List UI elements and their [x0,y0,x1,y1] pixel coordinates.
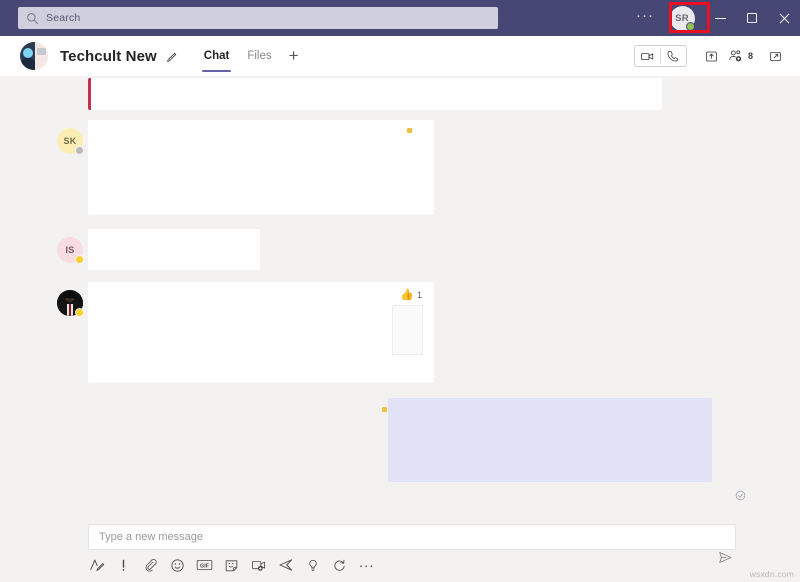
chat-tabs: Chat Files + [195,36,307,76]
avatar-initials: SK [63,136,77,146]
message-bubble[interactable] [88,120,434,215]
meet-now-icon[interactable] [250,557,267,574]
close-button[interactable] [768,0,800,36]
presence-away-icon [75,255,84,264]
account-avatar[interactable]: SR [660,0,704,36]
sticker-icon[interactable] [223,557,240,574]
message-input-placeholder: Type a new message [99,531,203,543]
avatar[interactable]: SK [57,128,84,155]
title-bar-spacer [0,0,18,36]
seen-check-icon [735,490,746,501]
search-icon [26,12,39,25]
message-bubble[interactable]: 👍 1 [88,282,434,383]
message-list[interactable]: SK IS 👍 1 [0,76,800,516]
add-people-icon[interactable] [725,43,747,69]
video-call-icon[interactable] [635,46,660,66]
title-bar-right-controls: ··· SR [630,0,800,36]
tab-chat[interactable]: Chat [195,36,239,76]
send-button[interactable] [714,546,736,568]
watermark: wsxdn.com [749,569,794,579]
message-input[interactable]: Type a new message [88,524,736,550]
reaction-count: 1 [416,289,422,300]
maximize-button[interactable] [736,0,768,36]
people-count: 8 [747,51,753,61]
chat-header: Techcult New Chat Files + 8 [0,36,800,76]
minimize-icon [714,17,726,19]
message-bubble-urgent[interactable] [88,78,662,110]
avatar[interactable] [57,290,84,317]
praise-icon[interactable] [304,557,321,574]
audio-call-icon[interactable] [661,46,686,66]
title-bar: Search ··· SR [0,0,800,36]
tab-files[interactable]: Files [238,36,280,76]
header-actions: 8 [633,36,788,76]
svg-text:GIF: GIF [200,564,210,570]
minimize-button[interactable] [704,0,736,36]
avatar[interactable]: IS [57,237,84,264]
message-marker-icon [407,128,412,133]
settings-more-button[interactable]: ··· [630,0,660,36]
avatar-initials: IS [65,245,75,255]
share-screen-icon[interactable] [699,43,725,69]
search-placeholder: Search [46,12,81,24]
search-input[interactable]: Search [18,7,498,29]
reaction-thumbsup[interactable]: 👍 1 [400,288,422,301]
more-options-icon[interactable]: ··· [358,557,375,574]
priority-icon[interactable] [115,557,132,574]
gif-icon[interactable]: GIF [196,557,213,574]
chat-avatar [20,42,48,70]
maximize-icon [747,13,757,23]
pencil-icon[interactable] [166,50,179,63]
message-bubble[interactable] [88,229,260,270]
compose-area: Type a new message GIF ··· wsxdn.com [0,516,800,582]
presence-available-icon [686,22,695,31]
compose-toolbar: GIF ··· [88,554,375,576]
message-attachment-card[interactable] [392,305,423,355]
call-button-group [633,45,687,67]
page-title: Techcult New [60,47,157,65]
pop-out-icon[interactable] [762,43,788,69]
compose-inner: Type a new message GIF ··· [88,524,736,574]
emoji-icon[interactable] [169,557,186,574]
stream-icon[interactable] [277,557,294,574]
thumbs-up-icon: 👍 [400,289,414,301]
presence-away-icon [75,308,84,317]
send-icon [718,551,732,563]
add-tab-button[interactable]: + [281,36,307,76]
message-marker-icon [382,407,387,412]
loop-icon[interactable] [331,557,348,574]
presence-offline-icon [75,146,84,155]
attach-icon[interactable] [142,557,159,574]
close-icon [779,13,789,23]
message-bubble-outgoing[interactable] [382,398,712,482]
teams-window: Search ··· SR Techcult New Chat Files + … [0,0,800,582]
format-icon[interactable] [88,557,105,574]
